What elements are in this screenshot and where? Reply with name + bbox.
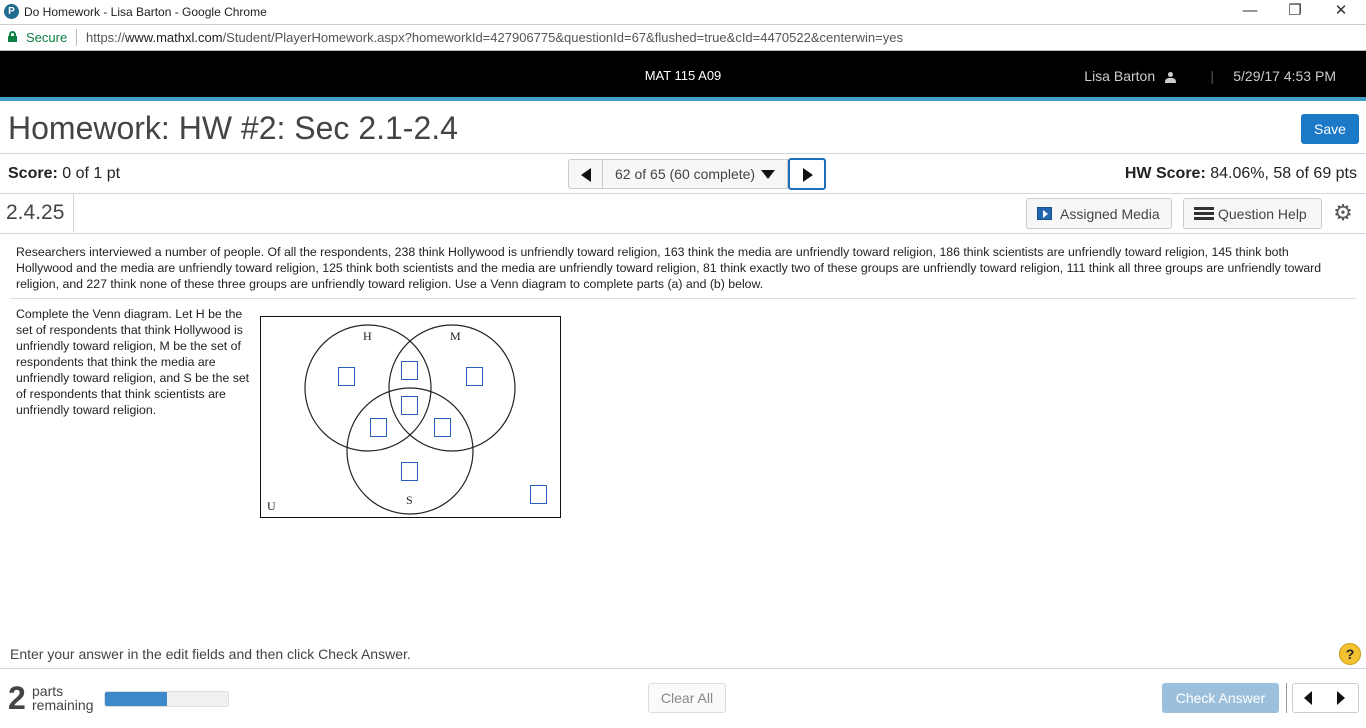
secure-label: Secure xyxy=(26,30,68,45)
question-navigator: 62 of 65 (60 complete) xyxy=(568,158,827,190)
score-value: 0 of 1 pt xyxy=(57,165,121,182)
question-number: 2.4.25 xyxy=(6,201,65,224)
label-u: U xyxy=(267,499,276,513)
caret-down-icon xyxy=(761,169,776,179)
parts-remaining-label: parts remaining xyxy=(32,684,93,712)
gear-icon[interactable]: ⚙ xyxy=(1333,202,1353,224)
lock-icon xyxy=(8,31,17,42)
progress-fill xyxy=(105,692,167,706)
input-h-only[interactable] xyxy=(338,367,355,386)
save-button[interactable]: Save xyxy=(1301,114,1359,144)
minimize-button[interactable]: — xyxy=(1227,0,1273,24)
arrow-right-icon xyxy=(803,168,814,182)
question-help-label: Question Help xyxy=(1218,205,1307,222)
divider xyxy=(10,298,1356,299)
arrow-left-icon xyxy=(581,168,591,182)
restore-button[interactable]: ❐ xyxy=(1272,0,1318,24)
assigned-media-button[interactable]: Assigned Media xyxy=(1026,198,1172,229)
parts-word: parts xyxy=(32,683,64,699)
parts-progress-bar xyxy=(104,691,229,707)
remaining-word: remaining xyxy=(32,697,94,713)
question-score: Score: 0 of 1 pt xyxy=(8,165,120,183)
url-path: /Student/PlayerHomework.aspx?homeworkId=… xyxy=(222,30,903,45)
input-m-s-only[interactable] xyxy=(434,418,451,437)
address-bar[interactable]: Secure https://www.mathxl.com/Student/Pl… xyxy=(0,24,1366,51)
question-selector-value: 62 of 65 (60 complete) xyxy=(615,166,756,182)
datetime: 5/29/17 4:53 PM xyxy=(1233,68,1336,84)
hw-score-value: 84.06%, 58 of 69 pts xyxy=(1205,165,1357,182)
problem-instruction: Complete the Venn diagram. Let H be the … xyxy=(16,307,250,417)
input-m-only[interactable] xyxy=(466,367,483,386)
divider xyxy=(73,194,74,232)
user-icon xyxy=(1165,71,1176,83)
label-s: S xyxy=(406,493,413,507)
divider xyxy=(0,153,1366,154)
question-selector-dropdown[interactable]: 62 of 65 (60 complete) xyxy=(603,159,789,189)
list-icon xyxy=(1194,206,1214,221)
close-button[interactable]: ✕ xyxy=(1318,0,1364,24)
check-answer-button[interactable]: Check Answer xyxy=(1162,683,1279,713)
input-s-only[interactable] xyxy=(401,462,418,481)
address-separator xyxy=(76,29,77,46)
hw-score: HW Score: 84.06%, 58 of 69 pts xyxy=(1125,165,1357,183)
next-question-button[interactable] xyxy=(788,158,827,190)
browser-title-bar: P Do Homework - Lisa Barton - Google Chr… xyxy=(0,0,1366,24)
input-h-s-only[interactable] xyxy=(370,418,387,437)
course-header: MAT 115 A09 Lisa Barton | 5/29/17 4:53 P… xyxy=(0,51,1366,101)
window-title: Do Homework - Lisa Barton - Google Chrom… xyxy=(24,5,267,19)
divider xyxy=(0,668,1366,669)
input-h-m-only[interactable] xyxy=(401,361,418,380)
arrow-right-icon xyxy=(1337,691,1345,705)
url-text[interactable]: https://www.mathxl.com/Student/PlayerHom… xyxy=(86,30,903,45)
user-menu[interactable]: Lisa Barton xyxy=(1084,68,1176,84)
divider xyxy=(0,233,1366,234)
url-host: www.mathxl.com xyxy=(125,30,223,45)
help-icon[interactable]: ? xyxy=(1339,643,1361,665)
divider xyxy=(1286,683,1287,713)
label-m: M xyxy=(450,329,461,343)
header-separator: | xyxy=(1210,68,1214,84)
arrow-left-icon xyxy=(1304,691,1312,705)
problem-statement: Researchers interviewed a number of peop… xyxy=(16,245,1322,291)
page-title: Homework: HW #2: Sec 2.1-2.4 xyxy=(8,110,458,146)
previous-question-button[interactable] xyxy=(568,159,603,189)
divider xyxy=(0,193,1366,194)
score-label: Score: xyxy=(8,165,58,182)
venn-diagram: H M S U xyxy=(260,316,561,518)
footer-instruction: Enter your answer in the edit fields and… xyxy=(10,646,411,662)
parts-remaining-count: 2 xyxy=(8,680,26,716)
clear-all-button[interactable]: Clear All xyxy=(648,683,726,713)
label-h: H xyxy=(363,329,372,343)
pearson-logo-icon: P xyxy=(4,4,19,19)
next-part-button[interactable] xyxy=(1325,683,1359,713)
hw-score-label: HW Score: xyxy=(1124,165,1206,182)
user-name: Lisa Barton xyxy=(1084,68,1156,84)
input-h-m-s[interactable] xyxy=(401,396,418,415)
question-help-button[interactable]: Question Help xyxy=(1183,198,1322,229)
input-none[interactable] xyxy=(530,485,547,504)
media-icon xyxy=(1037,207,1052,220)
venn-circles xyxy=(304,324,516,515)
url-scheme: https:// xyxy=(86,30,126,45)
assigned-media-label: Assigned Media xyxy=(1060,205,1160,222)
previous-part-button[interactable] xyxy=(1292,683,1326,713)
